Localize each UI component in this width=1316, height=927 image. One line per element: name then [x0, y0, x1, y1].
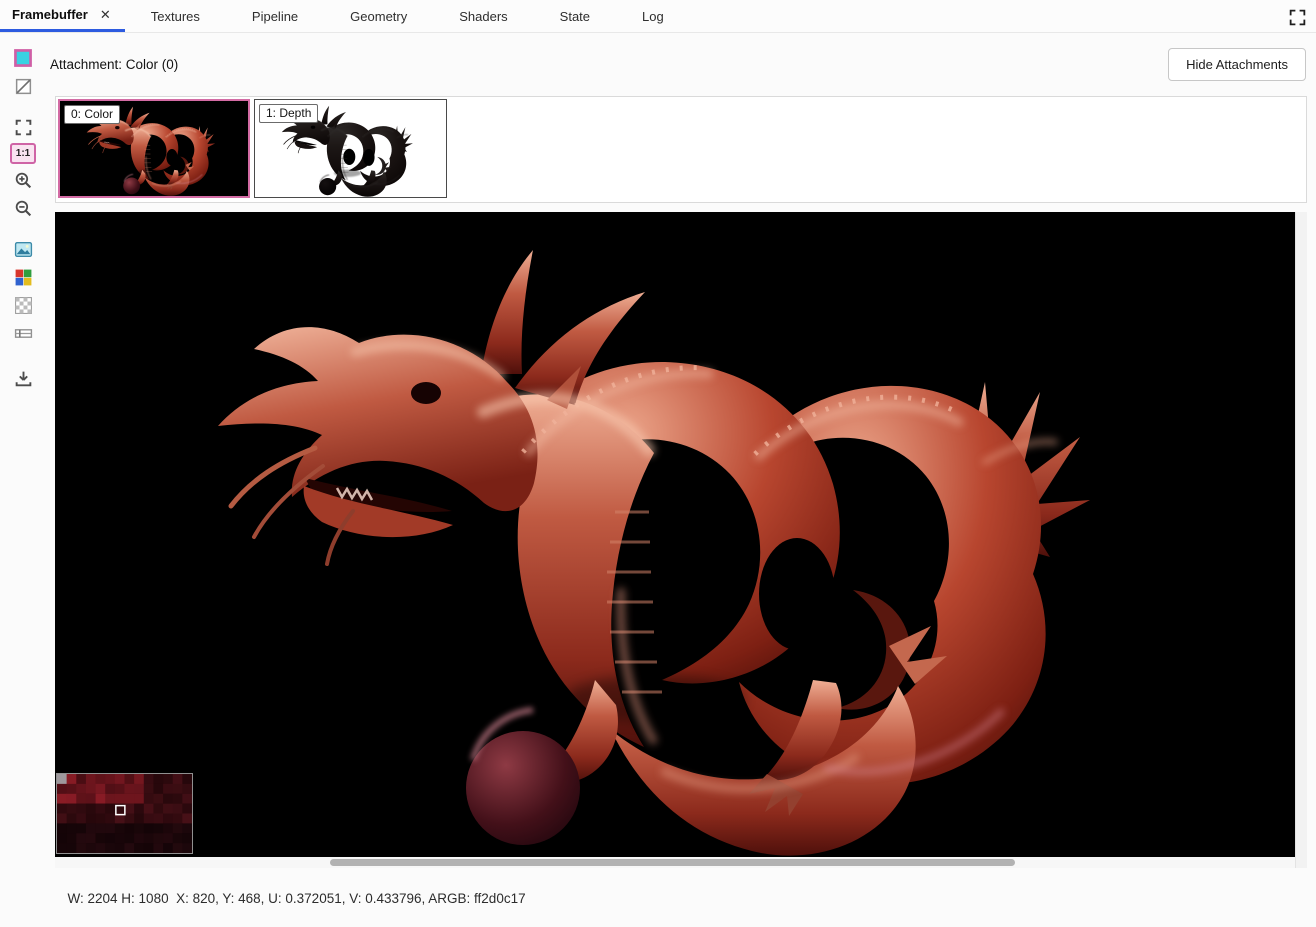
- vertical-scrollbar[interactable]: [1295, 212, 1307, 868]
- tab-log[interactable]: Log: [616, 0, 690, 32]
- framebuffer-viewport[interactable]: [55, 212, 1295, 857]
- tab-label: Log: [642, 9, 664, 24]
- horizontal-scrollbar-thumb[interactable]: [330, 859, 1015, 866]
- zoom-in-button[interactable]: [10, 168, 36, 192]
- tab-label: State: [560, 9, 590, 24]
- image-icon: [14, 240, 33, 259]
- horizontal-scrollbar[interactable]: [55, 857, 1295, 868]
- zoom-fit-button[interactable]: [10, 115, 36, 139]
- alpha-diagonal-button[interactable]: [10, 74, 36, 98]
- attachment-label: Attachment: Color (0): [50, 57, 178, 72]
- framebuffer-image: [55, 212, 1295, 857]
- zoom-1-1-label: 1:1: [16, 148, 30, 159]
- tab-state[interactable]: State: [534, 0, 616, 32]
- zoom-out-icon: [14, 199, 33, 218]
- attachment-label-chip: 0: Color: [64, 105, 120, 124]
- color-channels-button[interactable]: [10, 265, 36, 289]
- left-toolbar: 1:1: [8, 46, 38, 390]
- save-image-button[interactable]: [10, 366, 36, 390]
- download-icon: [14, 369, 33, 388]
- tab-framebuffer[interactable]: Framebuffer ✕: [0, 0, 125, 32]
- tab-shaders[interactable]: Shaders: [433, 0, 533, 32]
- attachment-label-chip: 1: Depth: [259, 104, 318, 123]
- tab-label: Geometry: [350, 9, 407, 24]
- tab-textures[interactable]: Textures: [125, 0, 226, 32]
- tab-label: Shaders: [459, 9, 507, 24]
- hide-attachments-button[interactable]: Hide Attachments: [1168, 48, 1306, 81]
- checkerboard-icon: [14, 296, 33, 315]
- tab-geometry[interactable]: Geometry: [324, 0, 433, 32]
- tab-close-icon[interactable]: ✕: [100, 8, 111, 21]
- zoom-fit-icon: [14, 118, 33, 137]
- view-image-button[interactable]: [10, 237, 36, 261]
- magnifier-pixel-grid: [57, 774, 192, 853]
- attachment-thumb-depth[interactable]: 1: Depth: [254, 99, 447, 198]
- diagonal-line-icon: [14, 77, 33, 96]
- status-text: W: 2204 H: 1080 X: 820, Y: 468, U: 0.372…: [68, 891, 526, 906]
- tab-label: Pipeline: [252, 9, 298, 24]
- range-icon: [14, 324, 33, 343]
- tab-label: Framebuffer: [12, 7, 88, 22]
- fullscreen-icon[interactable]: [1286, 6, 1308, 28]
- attachment-thumb-color[interactable]: 0: Color: [58, 99, 250, 198]
- color-swatch-button[interactable]: [10, 46, 36, 70]
- tab-bar: Framebuffer ✕ Textures Pipeline Geometry…: [0, 0, 1316, 33]
- color-swatch-icon: [13, 48, 33, 68]
- tab-pipeline[interactable]: Pipeline: [226, 0, 324, 32]
- rgba-channels-icon: [14, 268, 33, 287]
- attachments-strip: 0: Color 1: Depth: [55, 96, 1307, 203]
- tab-label: Textures: [151, 9, 200, 24]
- histogram-range-button[interactable]: [10, 321, 36, 345]
- status-bar: W: 2204 H: 1080 X: 820, Y: 468, U: 0.372…: [60, 876, 526, 906]
- zoom-out-button[interactable]: [10, 196, 36, 220]
- zoom-actual-size-button[interactable]: 1:1: [10, 143, 36, 164]
- background-checkerboard-button[interactable]: [10, 293, 36, 317]
- zoom-in-icon: [14, 171, 33, 190]
- pixel-magnifier: [56, 773, 193, 854]
